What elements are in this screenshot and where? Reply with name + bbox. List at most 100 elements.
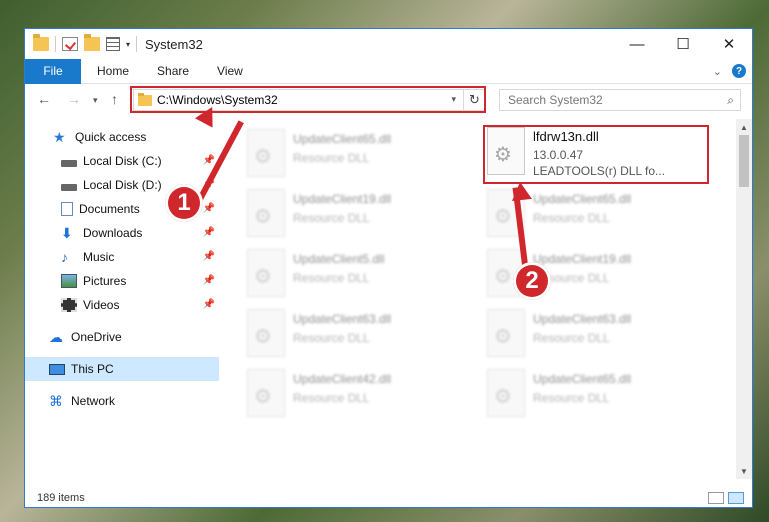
tab-share[interactable]: Share (143, 64, 203, 78)
details-view-icon[interactable] (708, 492, 724, 504)
list-item[interactable]: UpdateClient42.dll Resource DLL (247, 369, 477, 425)
file-name: UpdateClient65.dll (293, 132, 392, 146)
file-description: Resource DLL (293, 331, 370, 345)
pin-icon[interactable]: 📌 (203, 299, 215, 310)
refresh-button[interactable]: ↻ (463, 89, 485, 111)
list-item[interactable]: UpdateClient63.dll Resource DLL (487, 309, 717, 365)
item-count: 189 items (37, 492, 85, 504)
file-name: UpdateClient19.dll (533, 252, 632, 266)
sidebar-item-quick-access[interactable]: ★ Quick access (25, 125, 219, 149)
sidebar-item-downloads[interactable]: ⬇ Downloads 📌 (25, 221, 219, 245)
toolbar-divider (55, 36, 56, 52)
sidebar-item-pictures[interactable]: Pictures 📌 (25, 269, 219, 293)
file-description: Resource DLL (293, 391, 370, 405)
recent-locations-chevron-icon[interactable]: ▾ (93, 95, 98, 106)
status-bar: 189 items (25, 487, 752, 507)
tab-view[interactable]: View (203, 64, 257, 78)
tab-file[interactable]: File (25, 58, 81, 84)
sidebar-item-local-disk-c[interactable]: Local Disk (C:) 📌 (25, 149, 219, 173)
new-folder-icon[interactable] (84, 34, 100, 51)
dll-file-icon (247, 249, 285, 297)
tab-home[interactable]: Home (83, 64, 143, 78)
address-folder-icon (138, 92, 152, 106)
file-name: UpdateClient65.dll (533, 372, 632, 386)
sidebar-item-videos[interactable]: Videos 📌 (25, 293, 219, 317)
dll-file-icon (247, 369, 285, 417)
address-path: C:\Windows\System32 (157, 93, 278, 107)
sidebar-item-label: Local Disk (D:) (83, 178, 162, 192)
list-item[interactable]: UpdateClient63.dll Resource DLL (247, 309, 477, 365)
vertical-scrollbar[interactable]: ▲ ▼ (736, 119, 752, 479)
star-icon: ★ (53, 129, 66, 145)
navigation-pane: ★ Quick access Local Disk (C:) 📌 Local D… (25, 119, 219, 481)
drive-icon (61, 159, 77, 167)
network-icon: ⌘ (49, 393, 63, 409)
file-name: UpdateClient65.dll (533, 192, 632, 206)
file-name: UpdateClient63.dll (293, 312, 392, 326)
window-controls: — ☐ ✕ (614, 29, 752, 59)
list-item[interactable]: UpdateClient19.dll Resource DLL (247, 189, 477, 245)
callout-arrowhead-2 (510, 181, 532, 201)
file-description: Resource DLL (293, 271, 370, 285)
folder-icon (33, 34, 49, 51)
sidebar-item-label: Network (71, 394, 116, 408)
pin-icon[interactable]: 📌 (203, 275, 215, 286)
file-description: Resource DLL (293, 211, 370, 225)
sidebar-item-music[interactable]: ♪ Music 📌 (25, 245, 219, 269)
view-options-icon[interactable] (106, 37, 120, 51)
maximize-button[interactable]: ☐ (660, 29, 706, 59)
list-item[interactable]: UpdateClient65.dll Resource DLL (487, 369, 717, 425)
customize-toolbar-chevron-icon[interactable]: ▾ (126, 40, 130, 49)
pictures-icon (61, 274, 77, 288)
sidebar-item-network[interactable]: ⌘ Network (25, 389, 219, 413)
pin-icon[interactable]: 📌 (203, 251, 215, 262)
explorer-window: ▾ System32 — ☐ ✕ File Home Share View ⌄ … (24, 28, 753, 508)
sidebar-item-this-pc[interactable]: This PC (25, 357, 219, 381)
search-input[interactable] (508, 93, 708, 107)
help-icon[interactable]: ? (732, 64, 746, 78)
file-name: UpdateClient42.dll (293, 372, 392, 386)
callout-badge-1: 1 (165, 184, 203, 222)
pin-icon[interactable]: 📌 (203, 203, 215, 214)
sidebar-item-label: This PC (71, 362, 114, 376)
dll-file-icon (247, 189, 285, 237)
drive-icon (61, 183, 77, 191)
list-item[interactable]: UpdateClient5.dll Resource DLL (247, 249, 477, 305)
search-box: ⌕ (499, 89, 741, 111)
address-dropdown-chevron-icon[interactable]: ▾ (451, 94, 456, 105)
tiles-view-icon[interactable] (728, 492, 744, 504)
scroll-down-arrow-icon[interactable]: ▼ (736, 463, 752, 479)
sidebar-item-label: Downloads (83, 226, 143, 240)
quick-access-toolbar: ▾ System32 (33, 34, 203, 52)
dll-file-icon (247, 309, 285, 357)
sidebar-item-onedrive[interactable]: ☁ OneDrive (25, 325, 219, 349)
scroll-up-arrow-icon[interactable]: ▲ (736, 119, 752, 135)
forward-arrow-icon[interactable]: → (67, 91, 81, 107)
back-arrow-icon[interactable]: ← (37, 91, 51, 107)
sidebar-item-label: OneDrive (71, 330, 122, 344)
file-description: Resource DLL (533, 211, 610, 225)
pin-icon[interactable]: 📌 (203, 155, 215, 166)
expand-ribbon-chevron-icon[interactable]: ⌄ (713, 65, 722, 78)
sidebar-item-label: Pictures (83, 274, 127, 288)
pin-icon[interactable]: 📌 (203, 227, 215, 238)
file-name: UpdateClient5.dll (293, 252, 385, 266)
search-icon[interactable]: ⌕ (727, 93, 734, 108)
scrollbar-thumb[interactable] (739, 135, 749, 187)
list-item[interactable]: UpdateClient65.dll Resource DLL (247, 129, 477, 185)
properties-icon[interactable] (62, 37, 78, 51)
computer-icon (49, 364, 65, 375)
dll-file-icon (247, 129, 285, 177)
dll-file-icon (487, 309, 525, 357)
refresh-icon: ↻ (469, 92, 480, 107)
title-bar: ▾ System32 — ☐ ✕ (25, 29, 752, 59)
sidebar-item-label: Local Disk (C:) (83, 154, 162, 168)
minimize-button[interactable]: — (614, 29, 660, 59)
close-button[interactable]: ✕ (706, 29, 752, 59)
downloads-icon: ⬇ (61, 225, 73, 241)
address-bar[interactable]: C:\Windows\System32 ▾ (133, 89, 485, 111)
up-arrow-icon[interactable]: ↑ (111, 91, 118, 107)
callout-badge-2: 2 (513, 262, 551, 300)
dll-file-icon (487, 369, 525, 417)
sidebar-item-label: Quick access (75, 130, 147, 144)
